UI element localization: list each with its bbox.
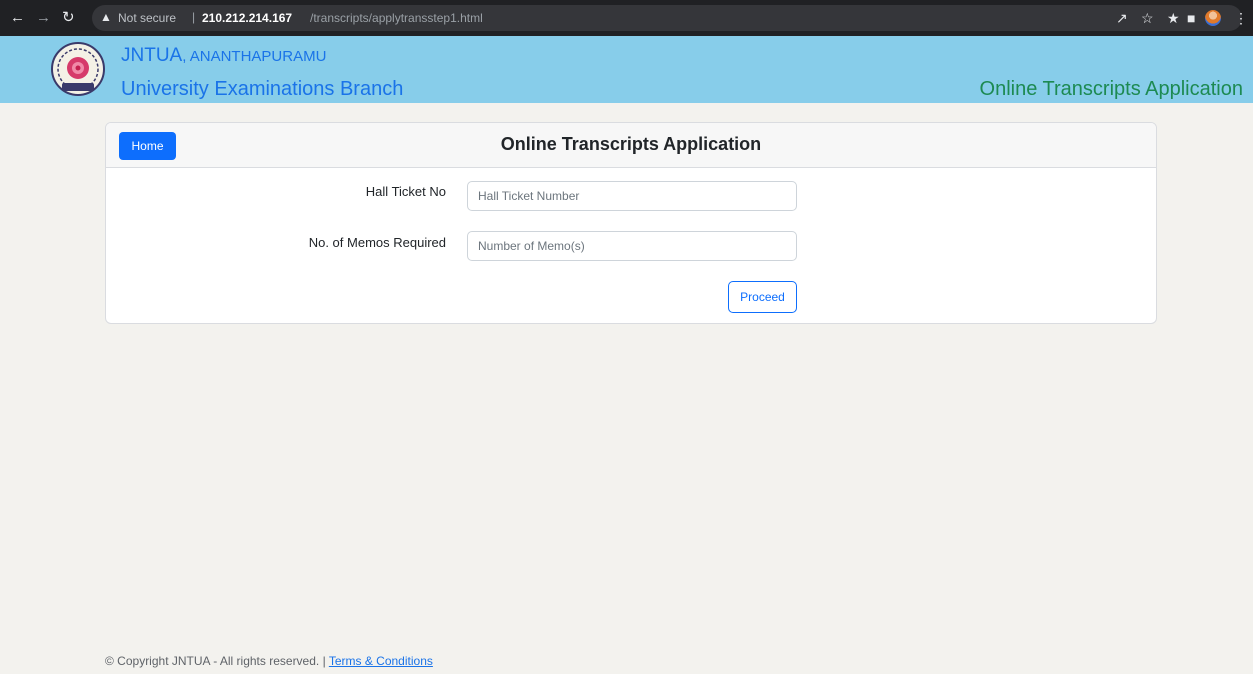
- card-title: Online Transcripts Application: [500, 134, 762, 154]
- brand-name: JNTUA, ANANTHAPURAMU: [121, 45, 326, 67]
- hall-ticket-input[interactable]: [467, 181, 797, 211]
- proceed-button[interactable]: Proceed: [728, 281, 797, 313]
- transcript-form-card: Home Online Transcripts Application Hall…: [105, 122, 1157, 324]
- memos-count-input[interactable]: [467, 231, 797, 261]
- address-bar[interactable]: ▲ Not secure | 210.212.214.167 /transcri…: [92, 5, 1242, 31]
- address-separator: |: [192, 10, 196, 24]
- back-arrow-icon[interactable]: ←: [10, 9, 25, 27]
- card-header: Home Online Transcripts Application: [106, 123, 1156, 168]
- warning-triangle-icon: ▲: [100, 10, 112, 24]
- hall-ticket-label: Hall Ticket No: [365, 184, 446, 199]
- memos-required-label: No. of Memos Required: [308, 235, 446, 250]
- terms-link[interactable]: Terms & Conditions: [329, 654, 433, 668]
- bookmark-star-icon[interactable]: ☆: [1141, 10, 1154, 26]
- profile-avatar-icon[interactable]: [1205, 10, 1221, 26]
- brand-title: JNTUA: [121, 45, 183, 66]
- share-icon[interactable]: ↗: [1116, 10, 1128, 26]
- copyright-text: © Copyright JNTUA - All rights reserved.…: [105, 654, 326, 668]
- side-panel-icon[interactable]: ■: [1187, 10, 1195, 26]
- header-app-title: Online Transcripts Application: [979, 78, 1243, 100]
- forward-arrow-icon[interactable]: →: [36, 9, 51, 27]
- not-secure-label: Not secure: [118, 11, 177, 25]
- reload-icon[interactable]: ↻: [62, 9, 75, 27]
- footer: © Copyright JNTUA - All rights reserved.…: [105, 654, 433, 668]
- address-host: 210.212.214.167: [202, 11, 293, 25]
- browser-toolbar: ← → ↻ ▲ Not secure | 210.212.214.167 /tr…: [0, 0, 1253, 36]
- site-header: JNTUA, ANANTHAPURAMU University Examinat…: [0, 36, 1253, 103]
- university-logo-icon: [51, 42, 105, 96]
- address-path: /transcripts/applytransstep1.html: [310, 11, 483, 25]
- brand-city: , ANANTHAPURAMU: [182, 48, 327, 65]
- extensions-puzzle-icon[interactable]: ★: [1167, 10, 1180, 26]
- branch-title: University Examinations Branch: [121, 78, 404, 100]
- menu-kebab-icon[interactable]: ⋮: [1234, 10, 1248, 26]
